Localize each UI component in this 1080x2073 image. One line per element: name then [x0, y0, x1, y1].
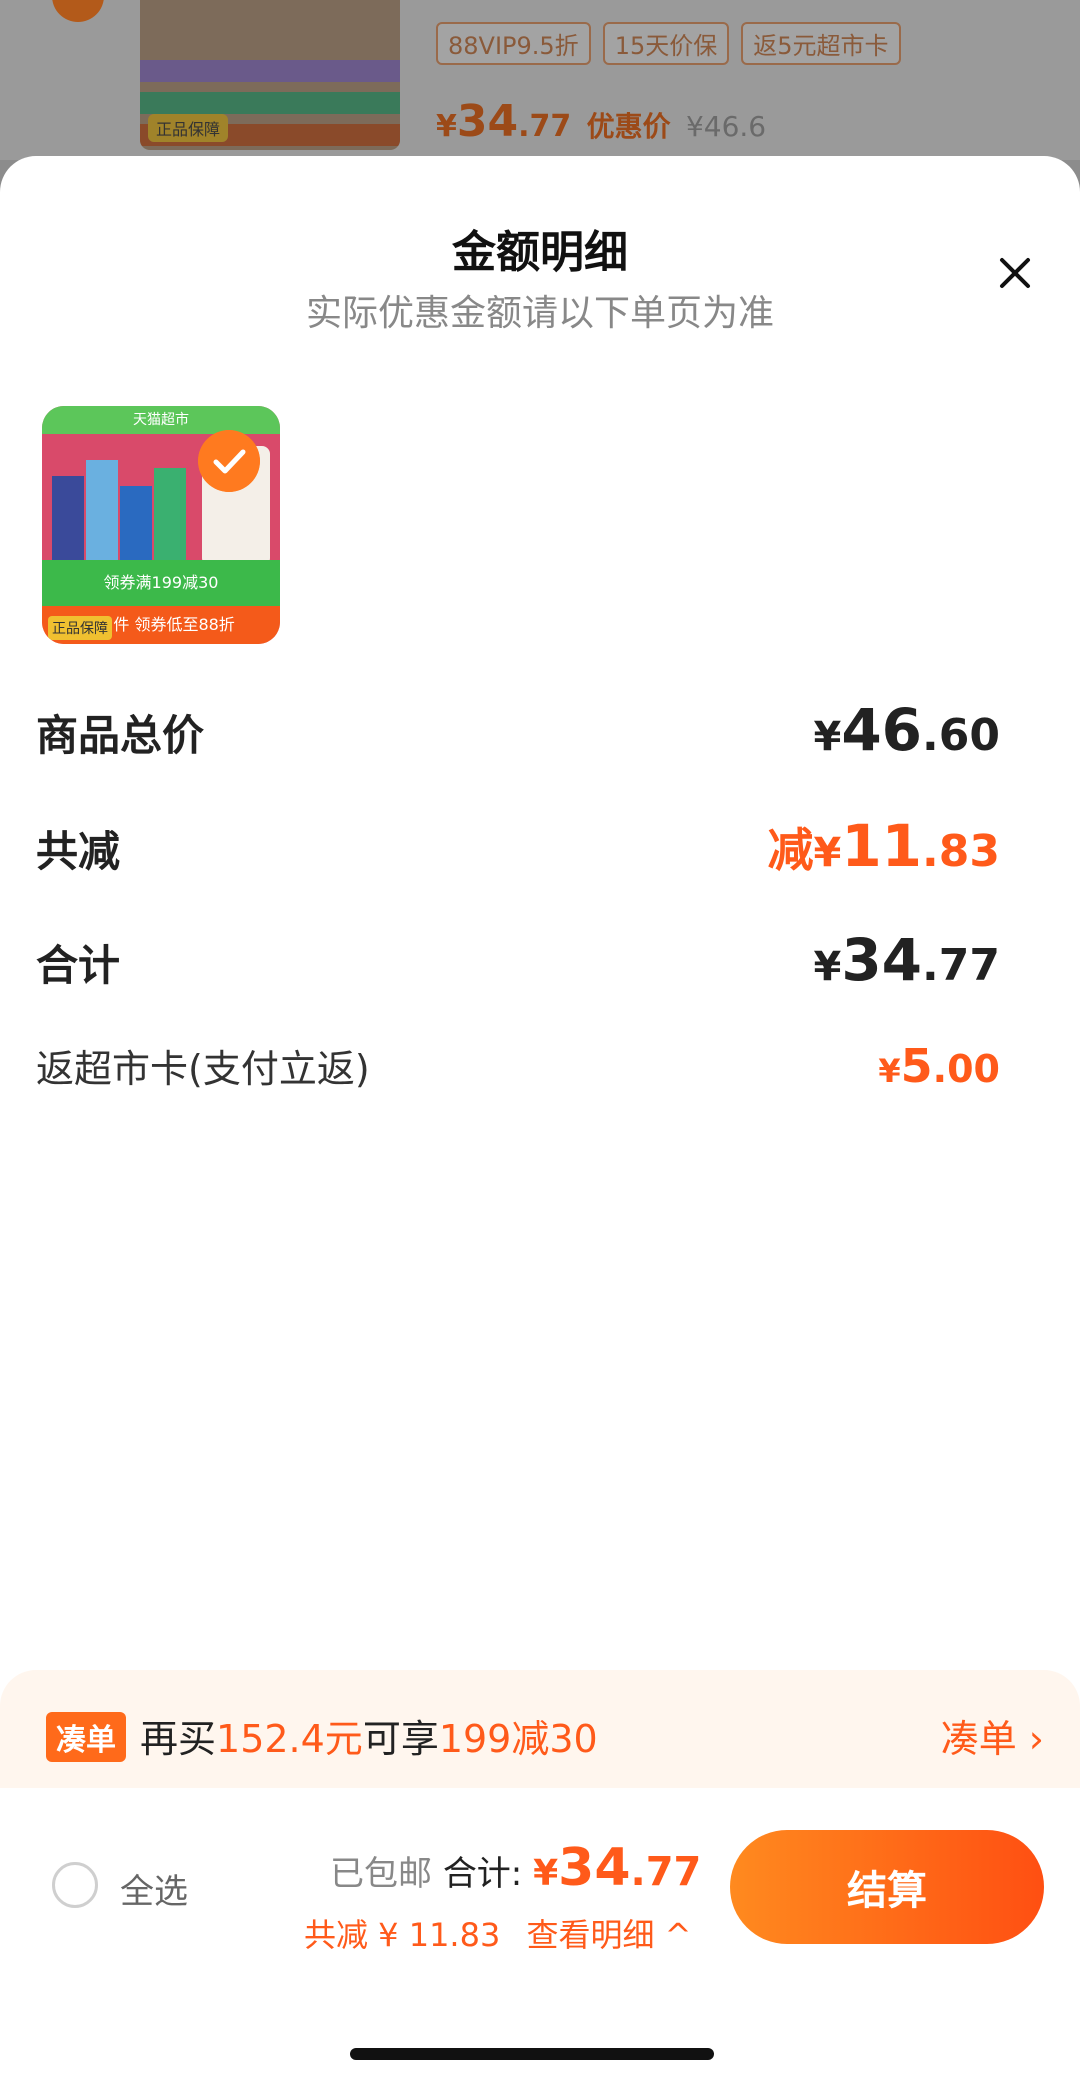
row-yen: ¥ — [813, 714, 842, 760]
background-product-thumbnail: 正品保障 — [140, 0, 400, 150]
background-tag: 返5元超市卡 — [741, 22, 901, 65]
total-dec: .77 — [630, 1849, 702, 1895]
row-dec: .77 — [922, 940, 1000, 991]
row-yen: ¥ — [813, 830, 842, 876]
row-value: ¥46.60 — [813, 696, 1000, 764]
row-prefix: 减 — [767, 823, 814, 877]
row-total-discount: 共减 减¥11.83 — [36, 812, 1000, 880]
background-price-int: 34 — [456, 96, 519, 147]
discount-saved: 共减 ¥ 11.83 — [304, 1916, 501, 1954]
close-icon[interactable] — [990, 248, 1040, 298]
select-all-radio[interactable] — [52, 1862, 98, 1908]
selected-check-icon[interactable] — [198, 430, 260, 492]
row-int: 11 — [841, 812, 923, 880]
row-int: 34 — [841, 926, 923, 994]
add-on-tag: 凑单 — [46, 1712, 126, 1762]
background-price-label: 优惠价 — [586, 110, 671, 143]
view-detail-link[interactable]: 查看明细 ^ — [527, 1916, 692, 1954]
discount-summary: 共减 ¥ 11.83 查看明细 ^ — [304, 1910, 692, 1956]
background-price: ¥34.77 优惠价 ¥46.6 — [436, 96, 766, 147]
total-amount: ¥34.77 — [533, 1838, 701, 1898]
total-yen: ¥ — [533, 1853, 559, 1894]
add-on-link[interactable]: 凑单 › — [941, 1708, 1044, 1763]
total-int: 34 — [558, 1838, 631, 1898]
checkout-bar: 全选 已包邮 合计: ¥34.77 共减 ¥ 11.83 查看明细 ^ 结算 — [0, 1788, 1080, 2073]
row-label: 合计 — [36, 941, 121, 990]
background-price-original: ¥46.6 — [685, 110, 767, 143]
total-label: 合计: — [442, 1854, 523, 1894]
row-int: 46 — [841, 696, 923, 764]
free-shipping-label: 已包邮 — [330, 1854, 432, 1894]
add-on-amount: 152.4元 — [216, 1717, 363, 1761]
row-value: ¥5.00 — [878, 1039, 1000, 1093]
thumbnail-banner: 天猫超市 — [42, 406, 280, 434]
checkout-button[interactable]: 结算 — [730, 1830, 1044, 1944]
select-all-label[interactable]: 全选 — [120, 1864, 188, 1913]
thumbnail-coupon-strip: 领券满199减30 — [42, 560, 280, 606]
row-goods-total: 商品总价 ¥46.60 — [36, 696, 1000, 764]
background-price-dec: .77 — [518, 109, 572, 144]
row-yen: ¥ — [813, 944, 842, 990]
background-tag: 88VIP9.5折 — [436, 22, 591, 65]
row-subtotal: 合计 ¥34.77 — [36, 926, 1000, 994]
row-label: 返超市卡(支付立返) — [36, 1047, 370, 1091]
add-on-text-a: 再买 — [140, 1717, 217, 1761]
row-dec: .83 — [922, 826, 1000, 877]
sheet-subtitle: 实际优惠金额请以下单页为准 — [305, 293, 774, 334]
sheet-title: 金额明细 — [452, 227, 628, 278]
background-cart-item: 正品保障 88VIP9.5折 15天价保 返5元超市卡 ¥34.77 优惠价 ¥… — [0, 0, 1080, 160]
row-value: ¥34.77 — [813, 926, 1000, 994]
background-tag: 15天价保 — [602, 22, 730, 65]
background-tags: 88VIP9.5折 15天价保 返5元超市卡 — [436, 22, 901, 65]
background-price-yen: ¥ — [436, 109, 457, 144]
home-indicator — [350, 2048, 714, 2060]
row-int: 5 — [900, 1039, 933, 1093]
background-check-icon — [52, 0, 104, 22]
row-dec: .60 — [922, 710, 1000, 761]
add-on-deal: 199减30 — [438, 1717, 598, 1761]
add-on-promo-bar: 凑单 再买152.4元可享199减30 凑单 › — [0, 1670, 1080, 1788]
thumbnail-authentic-badge: 正品保障 — [48, 616, 112, 640]
row-yen: ¥ — [878, 1052, 901, 1090]
background-authentic-badge: 正品保障 — [148, 114, 229, 142]
row-supermarket-card-cashback: 返超市卡(支付立返) ¥5.00 — [36, 1038, 1000, 1093]
add-on-text: 再买152.4元可享199减30 — [140, 1708, 598, 1763]
row-value: 减¥11.83 — [767, 812, 1000, 880]
row-dec: .00 — [932, 1047, 1000, 1091]
row-label: 共减 — [36, 827, 121, 876]
add-on-text-b: 可享 — [362, 1717, 439, 1761]
checkout-summary: 已包邮 合计: ¥34.77 — [330, 1838, 701, 1898]
row-label: 商品总价 — [36, 711, 205, 760]
